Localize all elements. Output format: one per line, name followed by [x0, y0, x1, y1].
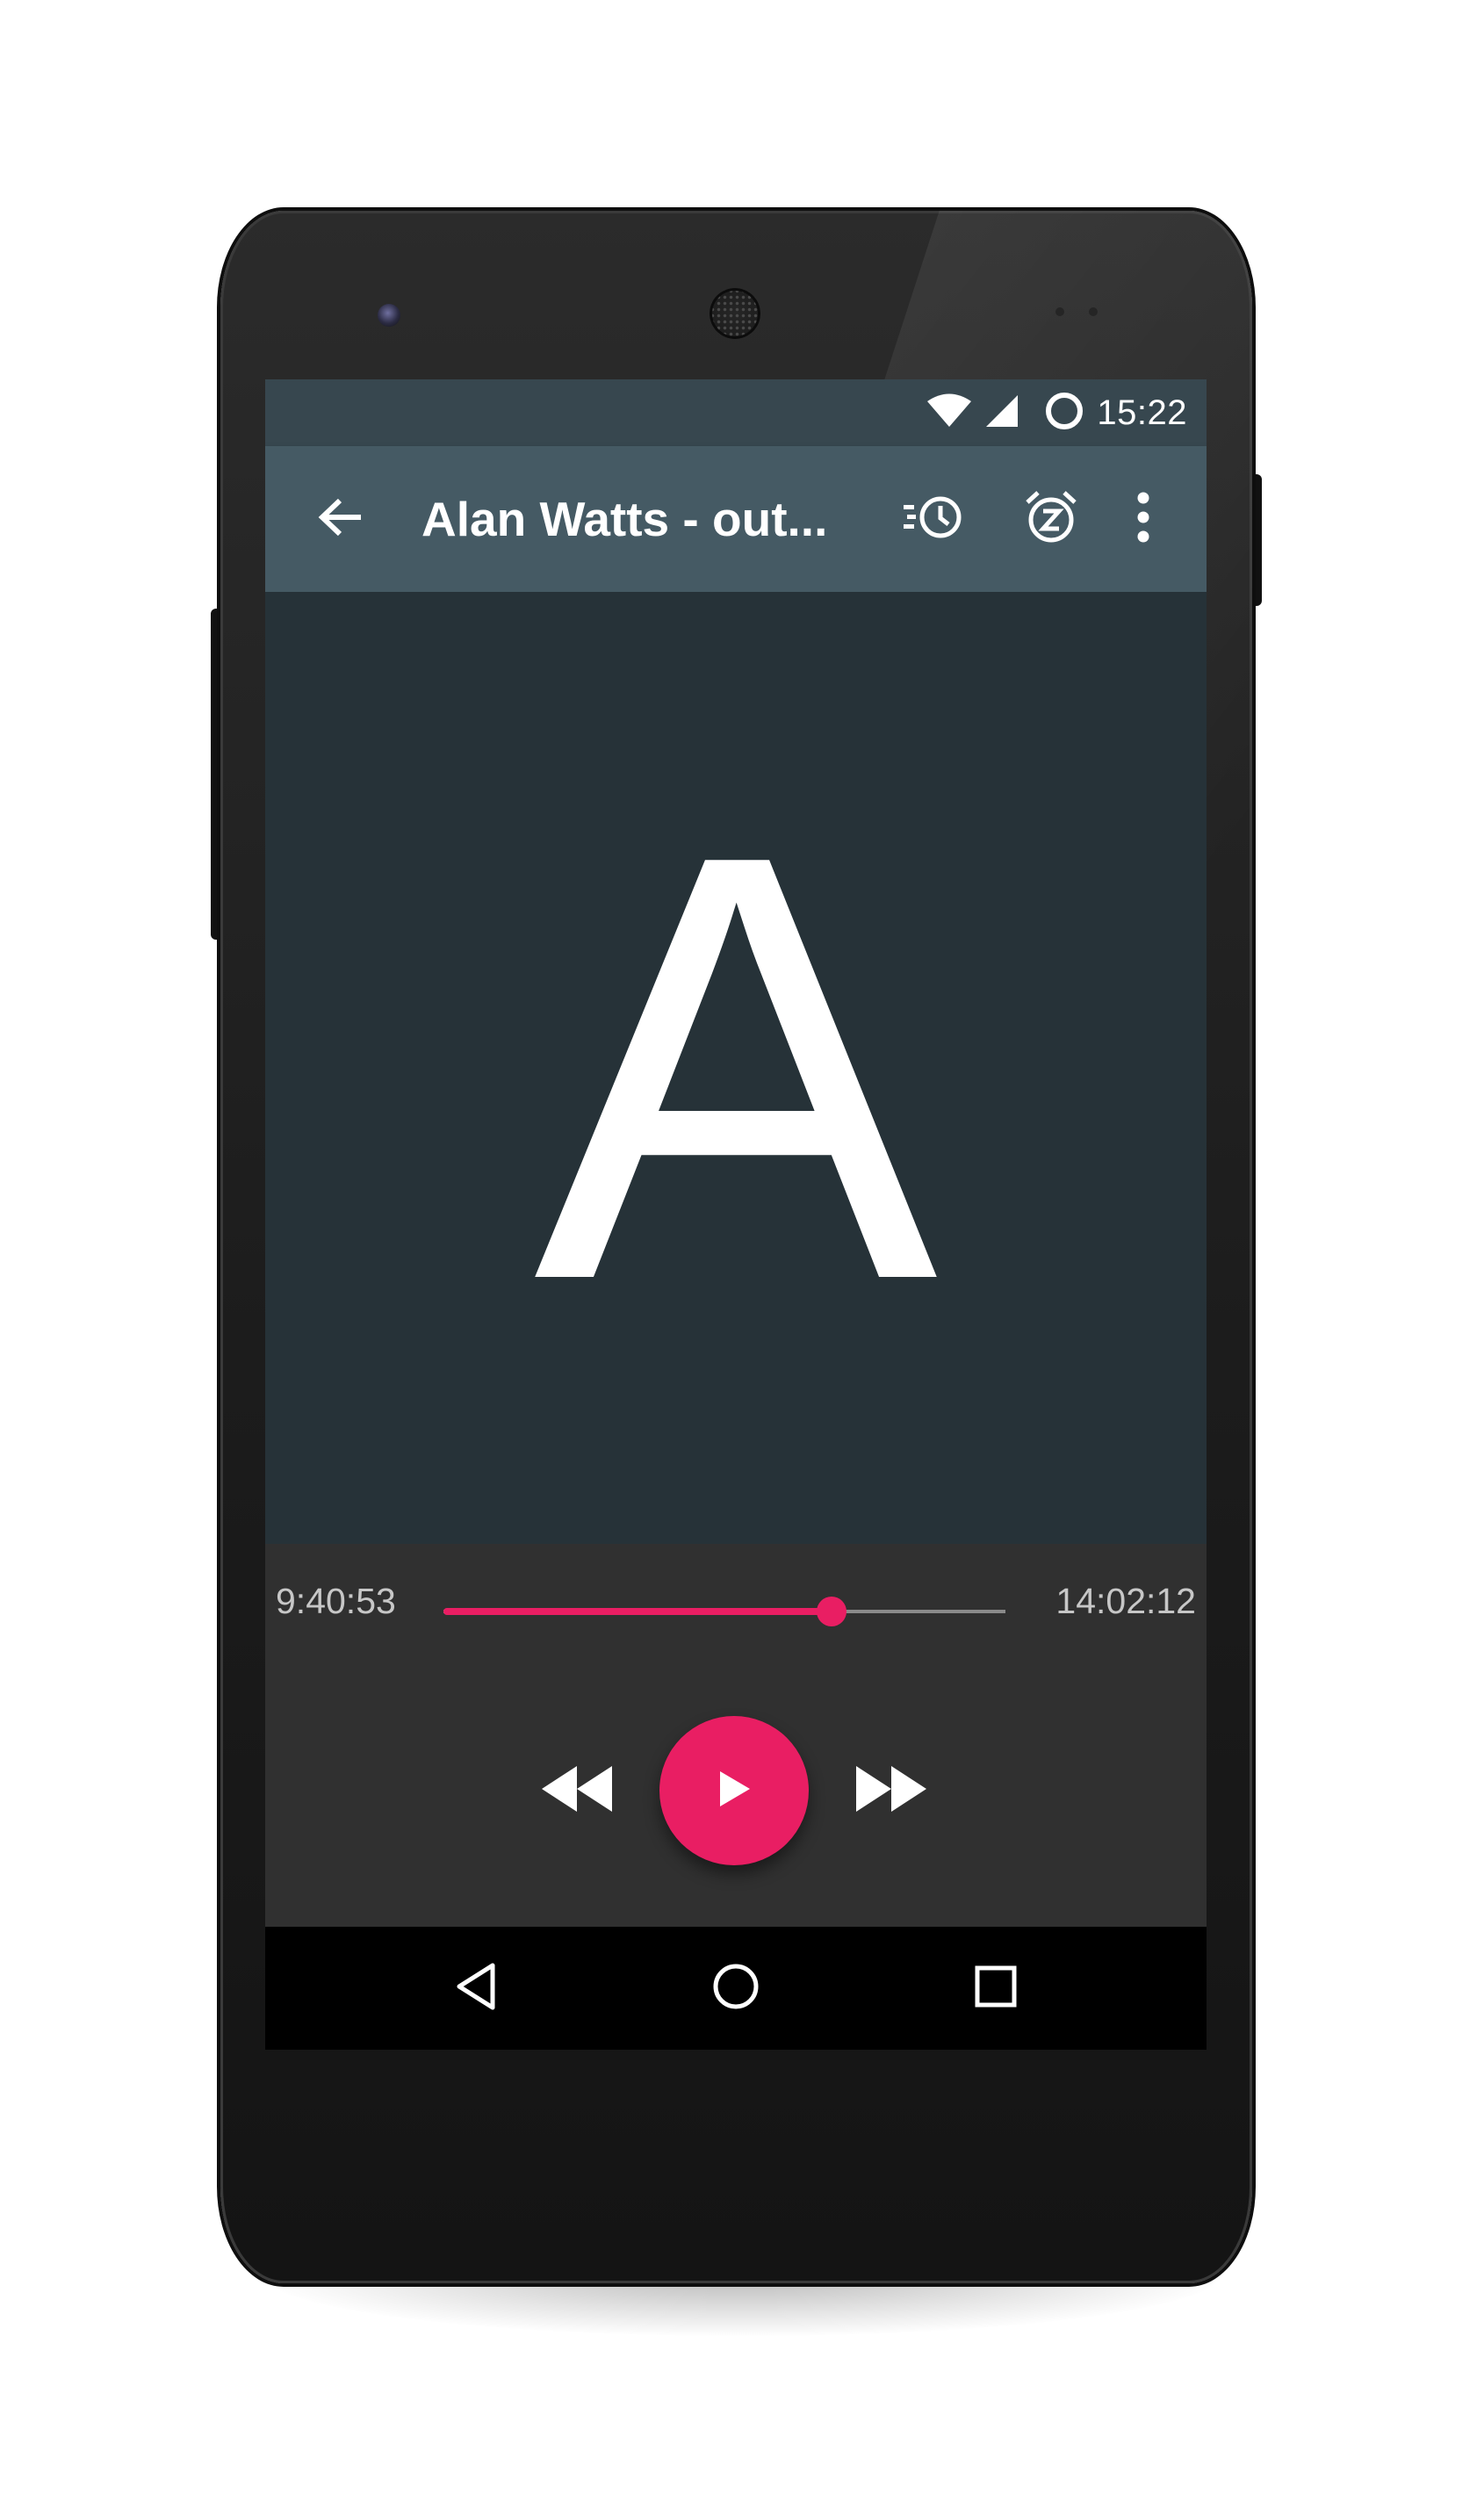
fast-forward-icon [854, 1764, 928, 1818]
toolbar-title: Alan Watts - out... [421, 492, 828, 546]
sleep-timer-icon [1022, 488, 1080, 551]
fast-forward-button[interactable] [834, 1734, 948, 1848]
seek-bar[interactable] [443, 1597, 1005, 1626]
nav-back-button[interactable] [414, 1927, 537, 2050]
cell-signal-icon [984, 393, 1019, 433]
wifi-icon [926, 393, 972, 433]
playback-speed-button[interactable] [880, 446, 985, 592]
cover-letter: A [533, 729, 939, 1406]
light-sensor [1089, 307, 1098, 316]
nav-home-icon [711, 1962, 760, 2015]
play-icon [717, 1770, 752, 1813]
status-bar: 15:22 [265, 379, 1207, 446]
device-mockup: 15:22 Alan Watts - out... A 9:40:53 14:0… [0, 0, 1484, 2509]
nav-recents-button[interactable] [934, 1927, 1057, 2050]
status-icons: 15:22 [926, 379, 1187, 446]
arrow-back-icon [317, 494, 364, 545]
proximity-sensor [1055, 307, 1064, 316]
seek-thumb[interactable] [816, 1597, 846, 1626]
more-options-button[interactable] [1108, 446, 1178, 592]
cover-art: A [265, 592, 1207, 1544]
earpiece-speaker [710, 288, 760, 339]
app-toolbar: Alan Watts - out... [265, 446, 1207, 592]
player-controls: 9:40:53 14:02:12 [265, 1544, 1207, 1927]
more-vert-icon [1135, 491, 1152, 548]
playback-speed-icon [902, 493, 963, 546]
rewind-button[interactable] [520, 1734, 634, 1848]
nav-home-button[interactable] [674, 1927, 797, 2050]
sleep-timer-button[interactable] [1003, 446, 1099, 592]
rewind-icon [540, 1764, 614, 1818]
elapsed-time: 9:40:53 [276, 1581, 396, 1621]
nav-back-icon [454, 1962, 498, 2015]
circle-status-icon [1044, 391, 1084, 436]
screen: 15:22 Alan Watts - out... A 9:40:53 14:0… [265, 379, 1207, 2050]
front-camera [378, 304, 400, 327]
total-time: 14:02:12 [1055, 1581, 1196, 1621]
system-navbar [265, 1927, 1207, 2050]
back-button[interactable] [297, 446, 385, 592]
status-time: 15:22 [1097, 393, 1187, 432]
nav-recents-icon [974, 1965, 1018, 2013]
play-button[interactable] [659, 1716, 809, 1865]
seek-progress [443, 1608, 832, 1615]
